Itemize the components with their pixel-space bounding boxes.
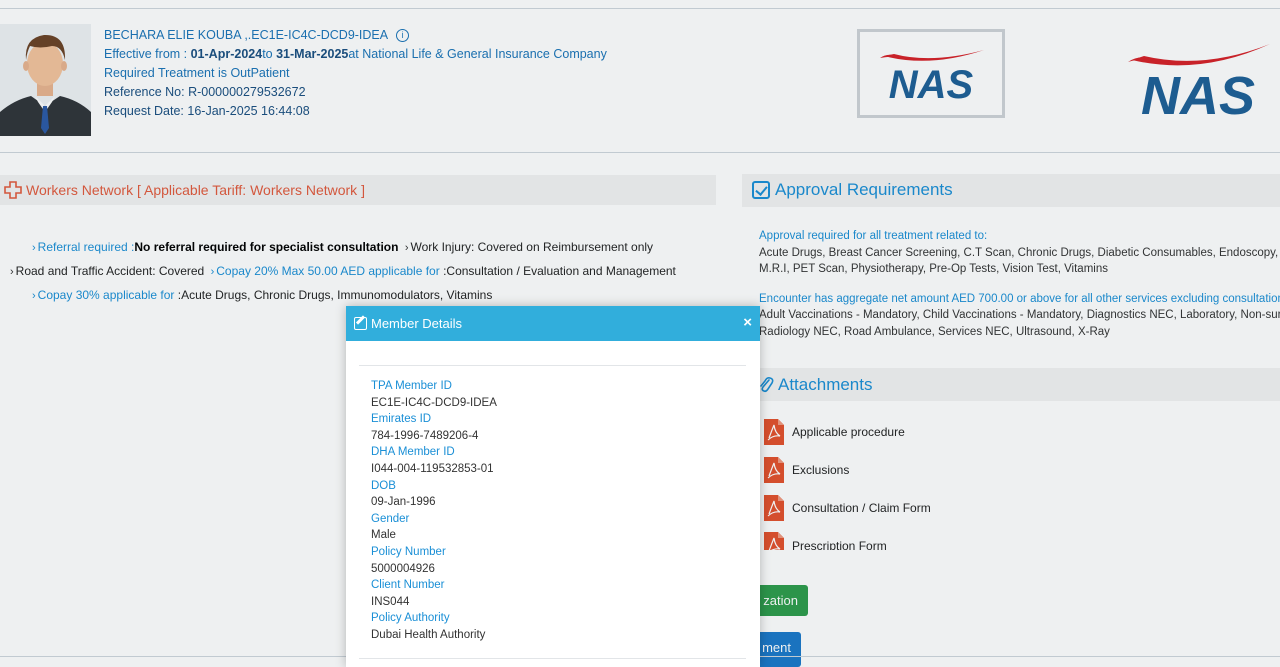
member-fields: TPA Member ID EC1E-IC4C-DCD9-IDEA Emirat… bbox=[371, 378, 497, 644]
field-label-policy-authority: Policy Authority bbox=[371, 612, 450, 625]
field-value-dob: 09-Jan-1996 bbox=[371, 496, 436, 509]
field-label-client-number: Client Number bbox=[371, 579, 445, 592]
modal-title: Member Details bbox=[371, 316, 463, 331]
field-label-tpa-member-id: TPA Member ID bbox=[371, 380, 452, 392]
field-label-dob: DOB bbox=[371, 479, 396, 492]
edit-icon bbox=[354, 317, 367, 330]
field-value-policy-authority: Dubai Health Authority bbox=[371, 628, 486, 641]
field-label-gender: Gender bbox=[371, 512, 410, 525]
field-value-tpa-member-id: EC1E-IC4C-DCD9-IDEA bbox=[371, 396, 497, 409]
field-label-dha-member-id: DHA Member ID bbox=[371, 446, 455, 459]
field-value-gender: Male bbox=[371, 529, 396, 542]
field-value-policy-number: 5000004926 bbox=[371, 562, 435, 575]
member-details-modal: Member Details × TPA Member ID EC1E-IC4C… bbox=[346, 306, 760, 667]
close-icon[interactable]: × bbox=[743, 314, 752, 331]
field-value-dha-member-id: I044-004-119532853-01 bbox=[371, 462, 494, 475]
field-label-policy-number: Policy Number bbox=[371, 545, 446, 558]
field-value-client-number: INS044 bbox=[371, 595, 410, 608]
field-value-emirates-id: 784-1996-7489206-4 bbox=[371, 429, 479, 442]
modal-divider-top bbox=[359, 365, 746, 366]
modal-header: Member Details × bbox=[346, 306, 760, 341]
modal-divider-bottom bbox=[359, 658, 746, 659]
field-label-emirates-id: Emirates ID bbox=[371, 413, 432, 426]
